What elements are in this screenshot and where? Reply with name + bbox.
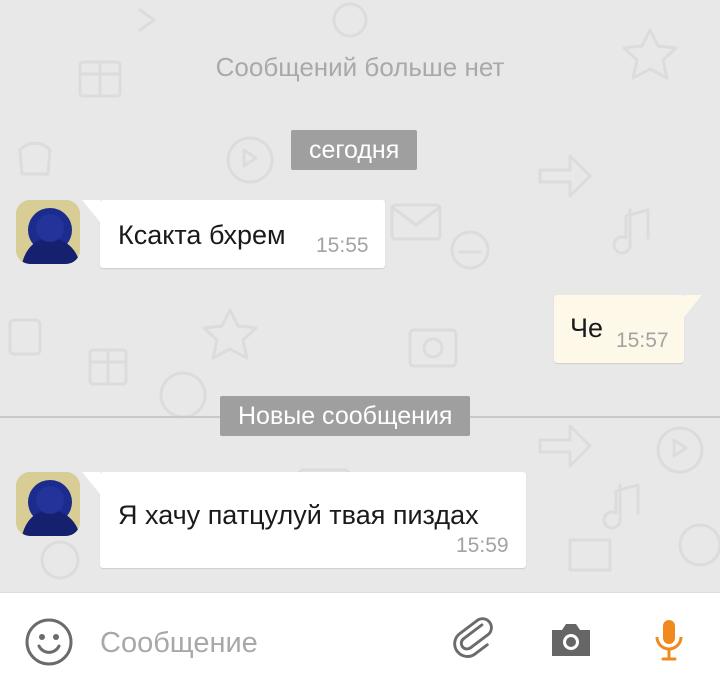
message-bubble-incoming[interactable]: Я хачу патцулуй твая пиздах 15:59 bbox=[82, 472, 526, 568]
message-bubble-outgoing[interactable]: Че 15:57 bbox=[554, 295, 702, 363]
message-time: 15:55 bbox=[316, 234, 369, 257]
avatar[interactable] bbox=[16, 200, 80, 264]
paperclip-icon[interactable] bbox=[448, 615, 498, 665]
avatar-photo bbox=[16, 200, 80, 264]
message-text: Я хачу патцулуй твая пиздах bbox=[118, 500, 479, 530]
avatar[interactable] bbox=[16, 472, 80, 536]
no-more-messages-label: Сообщений больше нет bbox=[215, 52, 505, 82]
message-time: 15:57 bbox=[616, 329, 669, 352]
avatar-photo bbox=[16, 472, 80, 536]
new-messages-label: Новые сообщения bbox=[220, 396, 471, 436]
smiley-icon[interactable] bbox=[24, 617, 74, 667]
message-time: 15:59 bbox=[456, 534, 509, 557]
message-bubble-incoming[interactable]: Ксакта бхрем 15:55 bbox=[82, 200, 385, 268]
message-text: Че bbox=[570, 313, 604, 343]
microphone-icon[interactable] bbox=[644, 615, 694, 665]
message-text: Ксакта бхрем bbox=[118, 220, 286, 250]
camera-icon[interactable] bbox=[546, 615, 596, 665]
chat-area[interactable]: Сообщений больше нет сегодня Ксакта бхре… bbox=[0, 0, 720, 592]
message-input[interactable] bbox=[100, 621, 420, 665]
date-separator: сегодня bbox=[291, 130, 418, 170]
message-composer bbox=[0, 592, 720, 690]
